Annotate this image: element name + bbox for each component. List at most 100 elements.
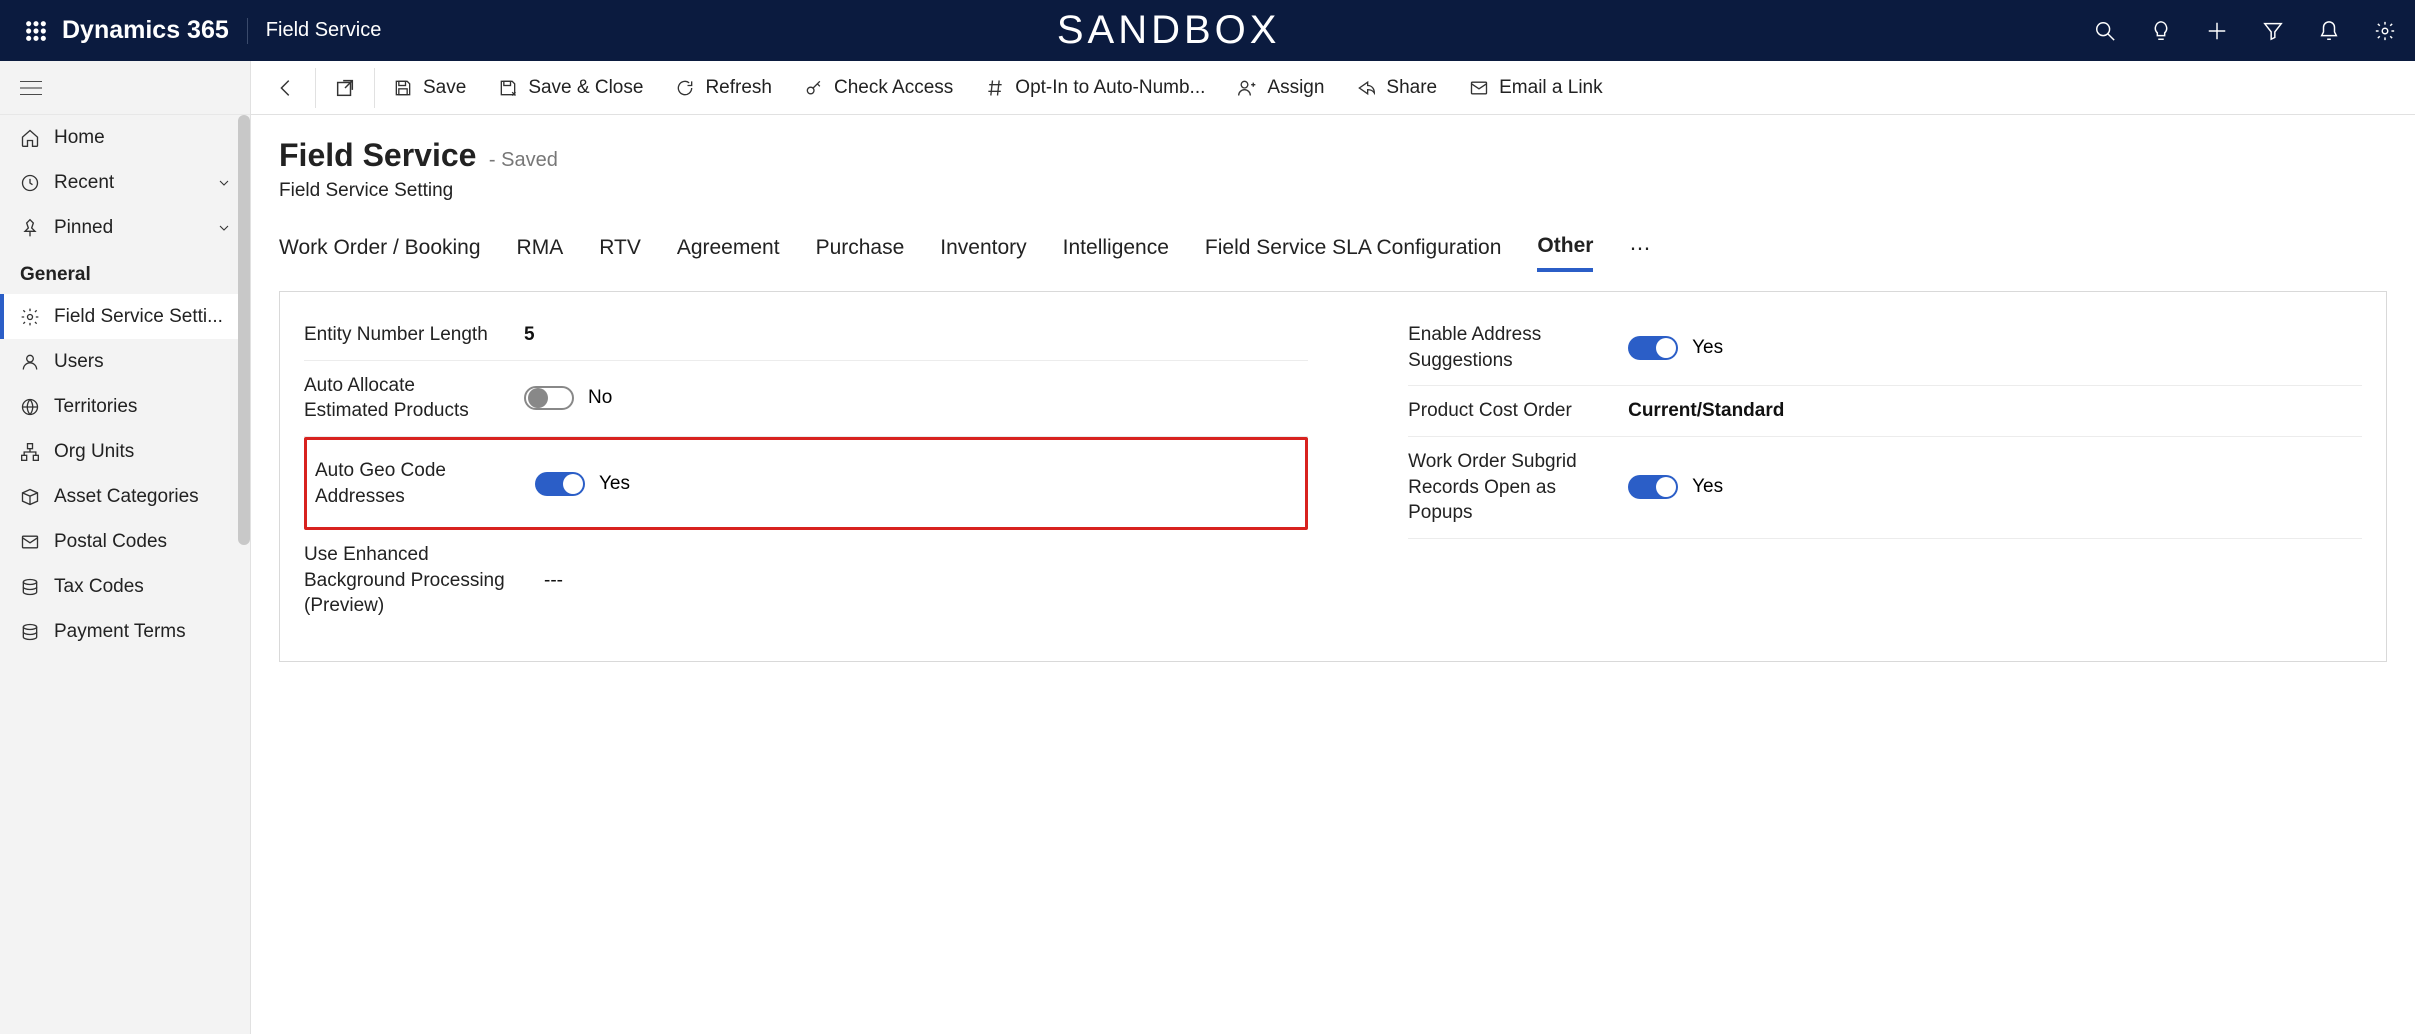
tab-other[interactable]: Other [1537,234,1593,272]
save-close-icon [498,78,518,98]
field-value: --- [544,570,1308,592]
bell-icon[interactable] [2315,17,2343,45]
sidebar-item-postal-codes[interactable]: Postal Codes [0,519,250,564]
sidebar-item-home[interactable]: Home [0,115,250,160]
sidebar-item-label: Users [54,351,250,373]
check-access-button[interactable]: Check Access [788,61,969,114]
sidebar-item-users[interactable]: Users [0,339,250,384]
share-icon [1356,78,1376,98]
record-state: - Saved [489,149,558,171]
mail-icon [1469,78,1489,98]
sidebar-group-header: General [0,250,250,294]
app-launcher-icon[interactable] [16,11,56,51]
assign-button[interactable]: Assign [1221,61,1340,114]
field-value: 5 [524,324,1308,346]
hamburger-icon[interactable] [0,61,250,115]
sidebar-item-tax-codes[interactable]: Tax Codes [0,564,250,609]
cmd-label: Refresh [705,77,772,99]
environment-label: SANDBOX [1057,8,1281,53]
cmd-label: Check Access [834,77,953,99]
open-new-window-button[interactable] [318,61,372,114]
toggle-auto-geocode[interactable] [535,472,585,496]
share-button[interactable]: Share [1340,61,1453,114]
field-entity-number-length[interactable]: Entity Number Length 5 [304,310,1308,361]
record-header: Field Service - Saved Field Service Sett… [251,115,2415,210]
field-address-suggestions[interactable]: Enable Address Suggestions Yes [1408,310,2362,386]
user-icon [20,352,40,372]
field-enhanced-bg[interactable]: Use Enhanced Background Processing (Prev… [304,530,1308,631]
toggle-wo-subgrid[interactable] [1628,475,1678,499]
sidebar-item-org-units[interactable]: Org Units [0,429,250,474]
sidebar-item-label: Territories [54,396,250,418]
toggle-label: No [588,387,612,409]
sidebar-item-label: Postal Codes [54,531,250,553]
sidebar-item-label: Org Units [54,441,250,463]
sidebar-item-label: Home [54,127,250,149]
cmd-label: Assign [1267,77,1324,99]
sidebar-item-field-service-settings[interactable]: Field Service Setti... [0,294,250,339]
assign-icon [1237,78,1257,98]
field-auto-geocode[interactable]: Auto Geo Code Addresses Yes [304,437,1308,530]
toggle-auto-allocate[interactable] [524,386,574,410]
tab-work-order[interactable]: Work Order / Booking [279,236,481,270]
toggle-address-suggestions[interactable] [1628,336,1678,360]
clock-icon [20,173,40,193]
back-button[interactable] [259,61,313,114]
cmd-label: Opt-In to Auto-Numb... [1015,77,1205,99]
tab-list: Work Order / Booking RMA RTV Agreement P… [251,210,2415,273]
field-auto-allocate[interactable]: Auto Allocate Estimated Products No [304,361,1308,437]
toggle-label: Yes [599,473,630,495]
globe-icon [20,397,40,417]
pin-icon [20,218,40,238]
refresh-button[interactable]: Refresh [659,61,788,114]
cmd-label: Save & Close [528,77,643,99]
gear-icon[interactable] [2371,17,2399,45]
sidebar-item-label: Payment Terms [54,621,250,643]
add-icon[interactable] [2203,17,2231,45]
tab-purchase[interactable]: Purchase [816,236,905,270]
sidebar-item-payment-terms[interactable]: Payment Terms [0,609,250,654]
mail-icon [20,532,40,552]
toggle-label: Yes [1692,476,1723,498]
sidebar-item-territories[interactable]: Territories [0,384,250,429]
email-link-button[interactable]: Email a Link [1453,61,1619,114]
lightbulb-icon[interactable] [2147,17,2175,45]
sidebar-item-pinned[interactable]: Pinned [0,205,250,250]
field-value: Current/Standard [1628,400,2362,422]
box-icon [20,487,40,507]
sidebar-item-label: Recent [54,172,202,194]
tab-sla-config[interactable]: Field Service SLA Configuration [1205,236,1502,270]
sidebar-item-recent[interactable]: Recent [0,160,250,205]
cmd-label: Save [423,77,466,99]
tab-inventory[interactable]: Inventory [940,236,1026,270]
brand-label[interactable]: Dynamics 365 [62,16,229,45]
save-close-button[interactable]: Save & Close [482,61,659,114]
field-label: Auto Allocate Estimated Products [304,373,504,424]
field-product-cost-order[interactable]: Product Cost Order Current/Standard [1408,386,2362,437]
save-button[interactable]: Save [377,61,482,114]
field-label: Entity Number Length [304,322,504,348]
filter-icon[interactable] [2259,17,2287,45]
chevron-down-icon [216,175,232,191]
record-title: Field Service [279,137,476,173]
field-wo-subgrid-popups[interactable]: Work Order Subgrid Records Open as Popup… [1408,437,2362,539]
field-label: Enable Address Suggestions [1408,322,1608,373]
area-label[interactable]: Field Service [266,19,382,42]
scrollbar[interactable] [238,115,250,545]
stack-icon [20,577,40,597]
tab-agreement[interactable]: Agreement [677,236,780,270]
search-icon[interactable] [2091,17,2119,45]
sidebar-item-label: Field Service Setti... [54,306,250,328]
sidebar: Home Recent Pinned General Field Service… [0,61,251,1034]
tab-rtv[interactable]: RTV [599,236,641,270]
cmd-label: Email a Link [1499,77,1603,99]
tab-intelligence[interactable]: Intelligence [1063,236,1169,270]
tab-overflow[interactable]: ⋯ [1629,236,1650,271]
sidebar-item-asset-categories[interactable]: Asset Categories [0,474,250,519]
hash-icon [985,78,1005,98]
field-label: Product Cost Order [1408,398,1608,424]
toggle-label: Yes [1692,337,1723,359]
stack-icon [20,622,40,642]
tab-rma[interactable]: RMA [517,236,564,270]
auto-number-button[interactable]: Opt-In to Auto-Numb... [969,61,1221,114]
